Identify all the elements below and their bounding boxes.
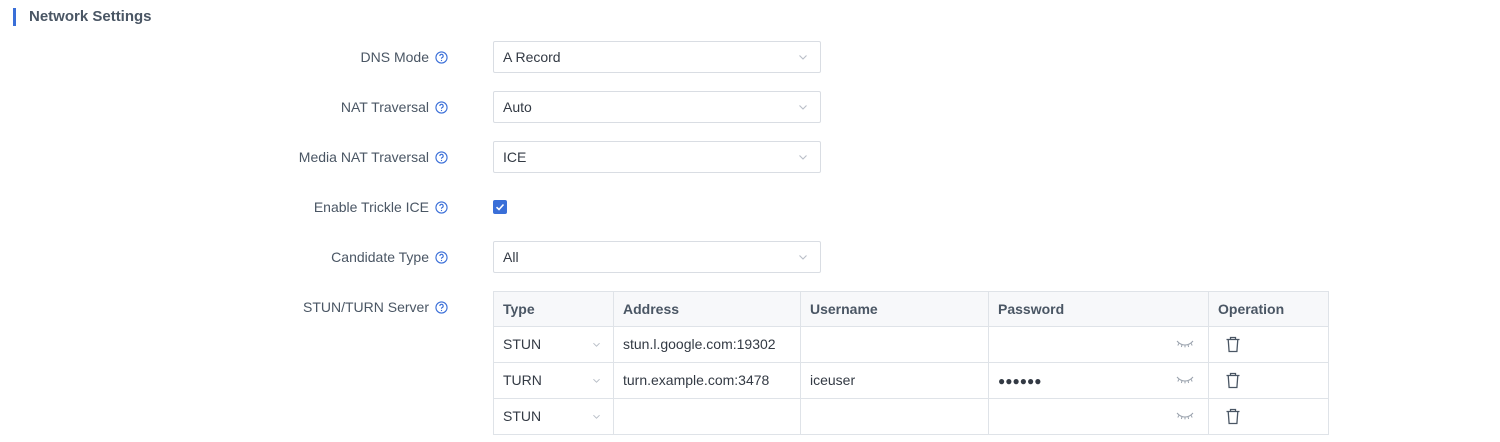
section-title: Network Settings <box>13 8 152 26</box>
chevron-down-icon <box>799 255 807 260</box>
table-row: TURN turn.example.com:3478 iceuser ●●●●●… <box>493 362 1329 399</box>
username-value: iceuser <box>810 372 856 388</box>
nat-traversal-label: NAT Traversal <box>340 99 429 115</box>
dns-mode-row: DNS Mode A Record <box>0 41 1500 73</box>
column-header-password: Password <box>988 291 1209 327</box>
enable-trickle-ice-checkbox[interactable] <box>493 200 507 214</box>
operation-cell <box>1208 326 1329 363</box>
password-input[interactable]: ●●●●●● <box>988 362 1209 399</box>
candidate-type-select[interactable]: All <box>493 241 821 273</box>
type-value: TURN <box>503 372 542 388</box>
trash-icon[interactable] <box>1225 336 1241 353</box>
password-input[interactable] <box>988 326 1209 363</box>
username-input[interactable] <box>800 326 989 363</box>
address-input[interactable]: stun.l.google.com:19302 <box>613 326 801 363</box>
dns-mode-label: DNS Mode <box>360 49 429 65</box>
media-nat-traversal-row: Media NAT Traversal ICE <box>0 141 1500 173</box>
candidate-type-label: Candidate Type <box>331 249 429 265</box>
candidate-type-value: All <box>503 249 519 265</box>
column-header-address: Address <box>613 291 801 327</box>
chevron-down-icon <box>593 414 600 419</box>
column-header-type: Type <box>493 291 614 327</box>
nat-traversal-label-wrap: NAT Traversal <box>341 91 448 123</box>
media-nat-traversal-value: ICE <box>503 149 527 165</box>
dns-mode-value: A Record <box>503 49 561 65</box>
nat-traversal-value: Auto <box>503 99 532 115</box>
trash-icon[interactable] <box>1225 408 1241 425</box>
enable-trickle-ice-label: Enable Trickle ICE <box>313 199 429 215</box>
type-cell[interactable]: TURN <box>493 362 614 399</box>
media-nat-traversal-select[interactable]: ICE <box>493 141 821 173</box>
operation-cell <box>1208 362 1329 399</box>
table-row: STUN stun.l.google.com:19302 <box>493 326 1329 363</box>
type-cell[interactable]: STUN <box>493 398 614 435</box>
chevron-down-icon <box>799 55 807 60</box>
help-circle-icon[interactable] <box>435 200 448 214</box>
candidate-type-row: Candidate Type All <box>0 241 1500 273</box>
password-input[interactable] <box>988 398 1209 435</box>
address-value: turn.example.com:3478 <box>623 372 770 388</box>
stun-turn-label: STUN/TURN Server <box>302 299 429 315</box>
address-input[interactable]: turn.example.com:3478 <box>613 362 801 399</box>
help-circle-icon[interactable] <box>435 250 448 264</box>
eye-closed-icon[interactable] <box>1176 375 1194 386</box>
address-input[interactable] <box>613 398 801 435</box>
stun-turn-table: Type Address Username Password Operation… <box>493 291 1329 435</box>
table-row: STUN <box>493 398 1329 435</box>
type-value: STUN <box>503 336 542 352</box>
operation-cell <box>1208 398 1329 435</box>
column-header-operation: Operation <box>1208 291 1329 327</box>
candidate-type-label-wrap: Candidate Type <box>331 241 448 273</box>
dns-mode-select[interactable]: A Record <box>493 41 821 73</box>
trash-icon[interactable] <box>1225 372 1241 389</box>
type-cell[interactable]: STUN <box>493 326 614 363</box>
column-header-username: Username <box>800 291 989 327</box>
chevron-down-icon <box>593 378 600 383</box>
username-input[interactable] <box>800 398 989 435</box>
nat-traversal-row: NAT Traversal Auto <box>0 91 1500 123</box>
dns-mode-label-wrap: DNS Mode <box>361 41 448 73</box>
nat-traversal-select[interactable]: Auto <box>493 91 821 123</box>
table-header-row: Type Address Username Password Operation <box>493 291 1329 327</box>
enable-trickle-ice-label-wrap: Enable Trickle ICE <box>314 191 448 223</box>
checkmark-icon <box>495 203 505 211</box>
password-value: ●●●●●● <box>998 374 1042 388</box>
username-input[interactable]: iceuser <box>800 362 989 399</box>
help-circle-icon[interactable] <box>435 300 448 314</box>
stun-turn-label-wrap: STUN/TURN Server <box>303 291 448 323</box>
address-value: stun.l.google.com:19302 <box>623 336 776 352</box>
help-circle-icon[interactable] <box>435 50 448 64</box>
chevron-down-icon <box>799 155 807 160</box>
help-circle-icon[interactable] <box>435 100 448 114</box>
chevron-down-icon <box>799 105 807 110</box>
eye-closed-icon[interactable] <box>1176 339 1194 350</box>
enable-trickle-ice-row: Enable Trickle ICE <box>0 191 1500 223</box>
eye-closed-icon[interactable] <box>1176 411 1194 422</box>
media-nat-traversal-label: Media NAT Traversal <box>298 149 429 165</box>
type-value: STUN <box>503 408 542 424</box>
media-nat-traversal-label-wrap: Media NAT Traversal <box>299 141 448 173</box>
help-circle-icon[interactable] <box>435 150 448 164</box>
chevron-down-icon <box>593 342 600 347</box>
